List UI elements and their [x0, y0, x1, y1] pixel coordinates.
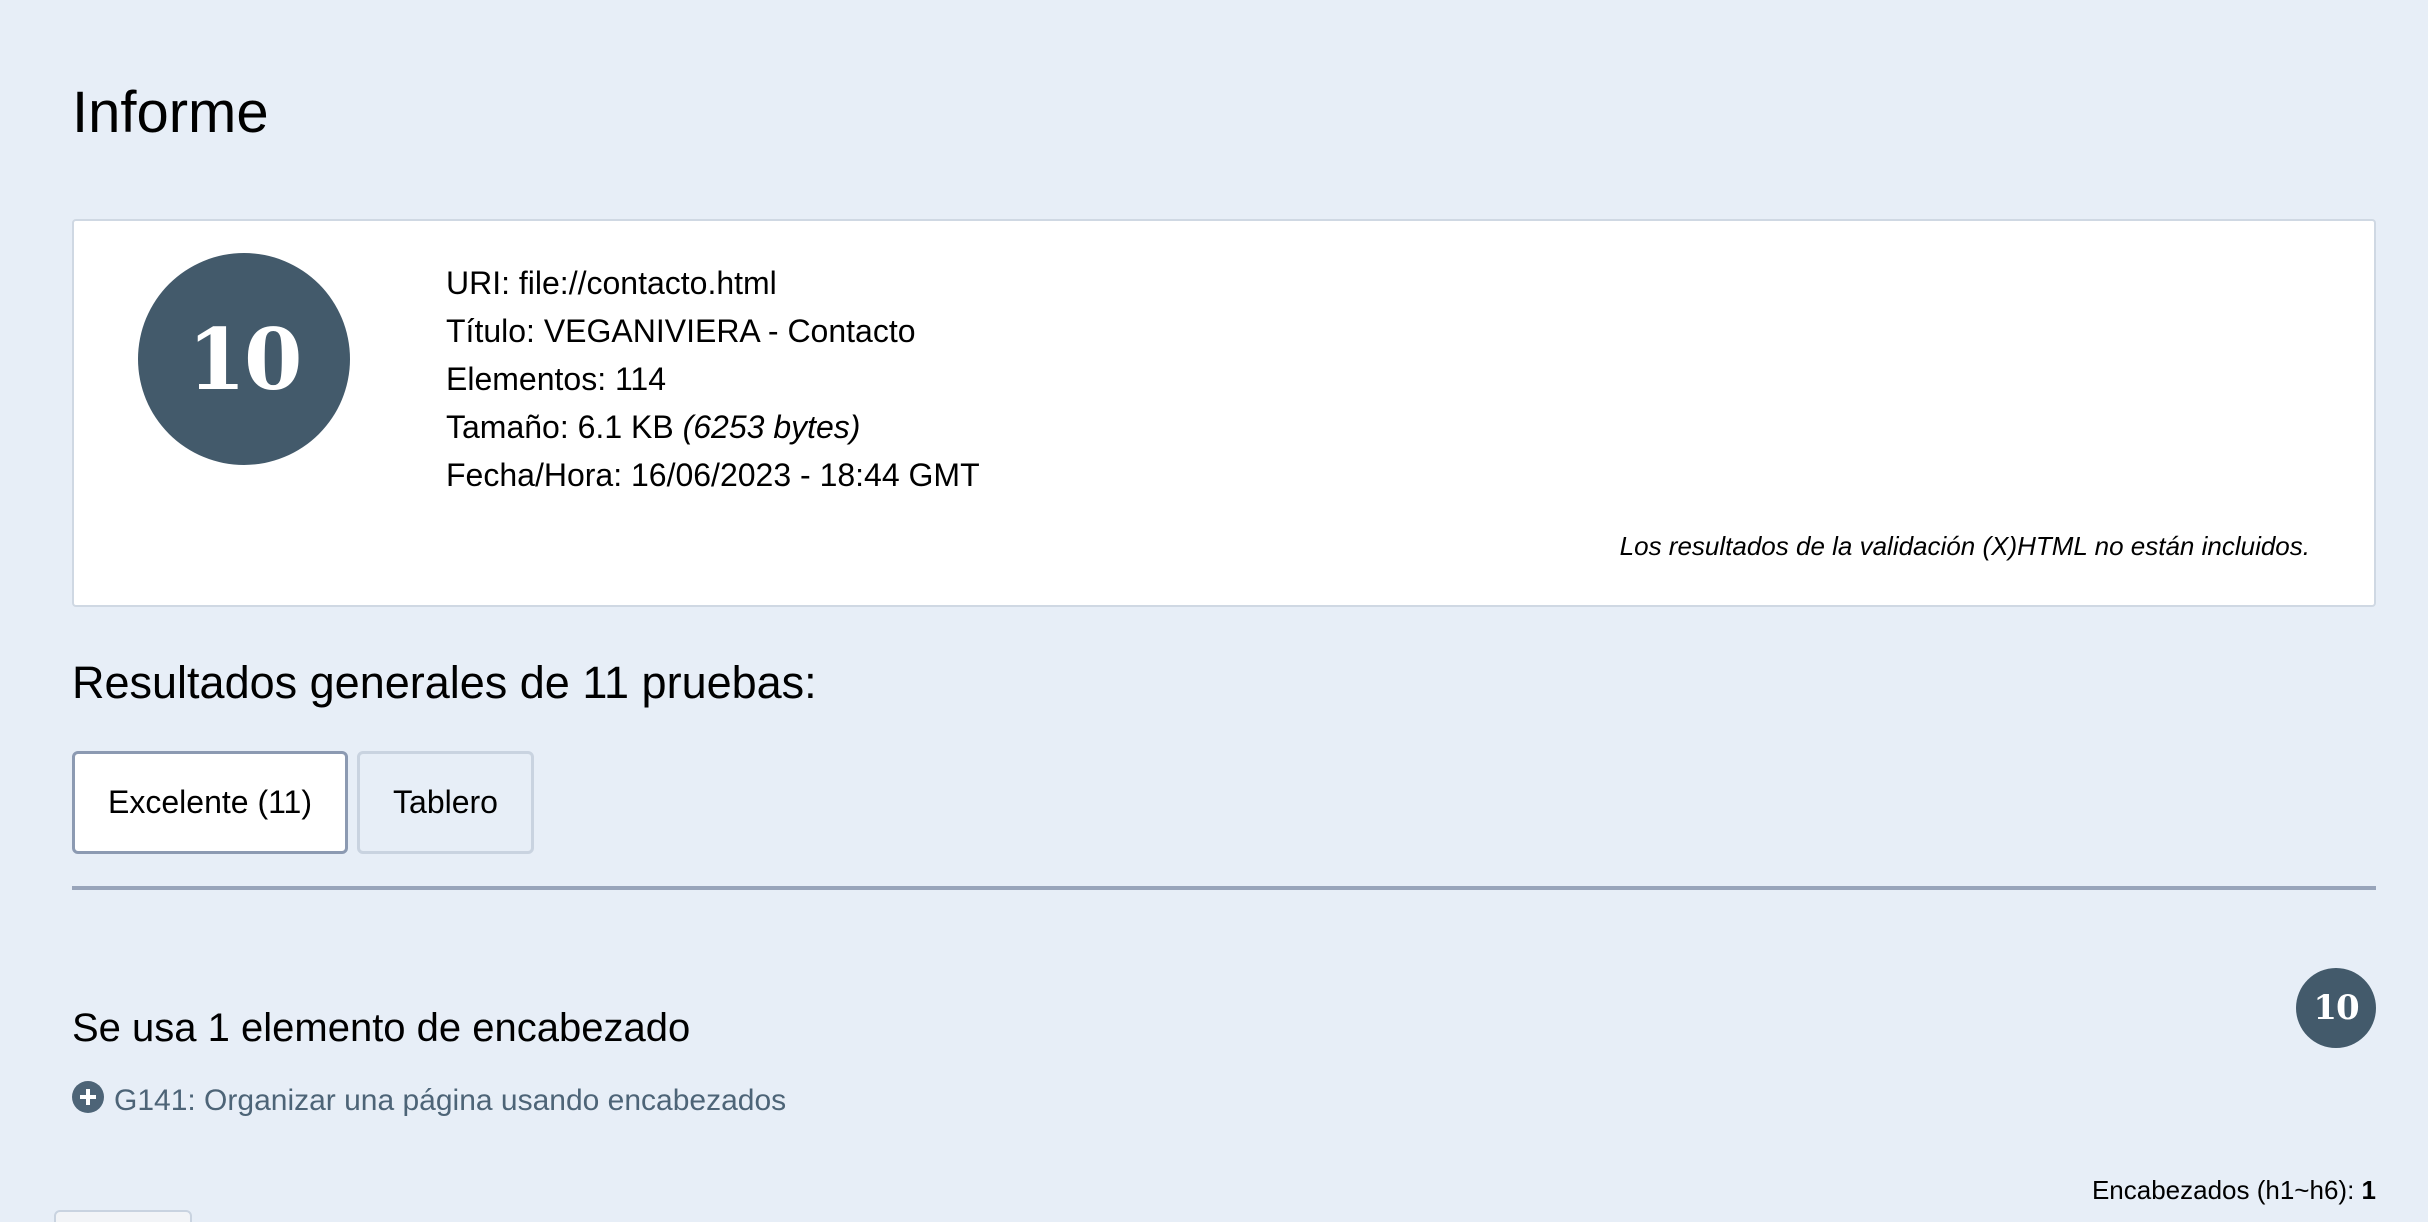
- elements-value: 114: [614, 361, 666, 397]
- technique-label: G141: Organizar una página usando encabe…: [114, 1084, 787, 1117]
- datetime-label: Fecha/Hora:: [446, 457, 623, 493]
- uri-value: file://contacto.html: [518, 265, 777, 301]
- title-label: Título:: [446, 313, 535, 349]
- check-score-badge: 10: [2296, 968, 2376, 1048]
- partial-button[interactable]: [54, 1210, 192, 1222]
- tab-excellent[interactable]: Excelente (11): [72, 751, 348, 854]
- size-bytes: (6253 bytes): [682, 409, 861, 445]
- page-title: Informe: [72, 80, 269, 145]
- datetime-value: 16/06/2023 - 18:44 GMT: [630, 457, 980, 493]
- results-heading: Resultados generales de 11 pruebas:: [72, 657, 817, 708]
- headings-count: Encabezados (h1~h6): 1: [2092, 1175, 2376, 1206]
- tab-dashboard[interactable]: Tablero: [357, 751, 534, 854]
- uri-label: URI:: [446, 265, 510, 301]
- tabs-divider: [72, 886, 2376, 890]
- elements-row: Elementos: 114: [446, 355, 980, 403]
- uri-row: URI: file://contacto.html: [446, 259, 980, 307]
- plus-circle-icon: [72, 1081, 104, 1113]
- size-row: Tamaño: 6.1 KB (6253 bytes): [446, 403, 980, 451]
- title-value: VEGANIVIERA - Contacto: [543, 313, 916, 349]
- report-page: Informe 10 URI: file://contacto.html Tít…: [0, 0, 2428, 1222]
- summary-card: 10 URI: file://contacto.html Título: VEG…: [72, 219, 2376, 607]
- check-title: Se usa 1 elemento de encabezado: [72, 1006, 691, 1050]
- headings-count-label: Encabezados (h1~h6):: [2091, 1175, 2355, 1205]
- overall-score-badge: 10: [138, 253, 350, 465]
- size-label: Tamaño:: [446, 409, 569, 445]
- size-value: 6.1 KB: [577, 409, 674, 445]
- headings-count-value: 1: [2361, 1175, 2376, 1205]
- page-metadata: URI: file://contacto.html Título: VEGANI…: [446, 259, 980, 499]
- technique-link[interactable]: G141: Organizar una página usando encabe…: [72, 1081, 787, 1118]
- title-row: Título: VEGANIVIERA - Contacto: [446, 307, 980, 355]
- elements-label: Elementos:: [446, 361, 607, 397]
- datetime-row: Fecha/Hora: 16/06/2023 - 18:44 GMT: [446, 451, 980, 499]
- validation-note: Los resultados de la validación (X)HTML …: [1619, 531, 2310, 561]
